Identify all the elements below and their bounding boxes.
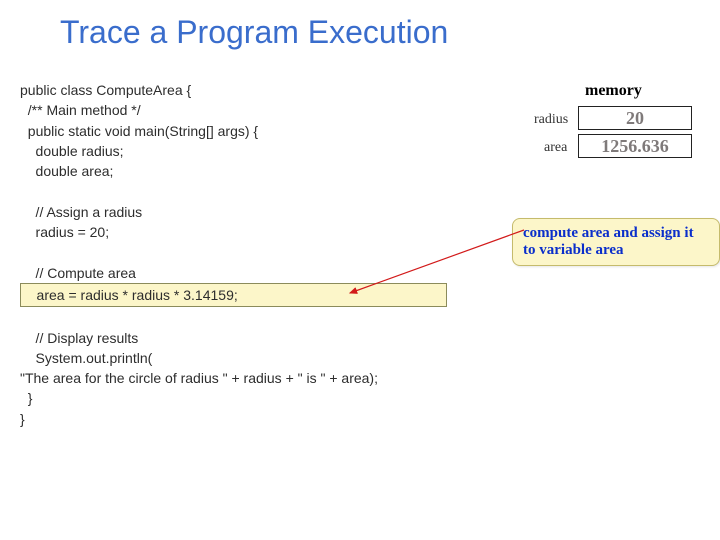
code-line: "The area for the circle of radius " + r…: [20, 370, 378, 386]
code-block: public class ComputeArea { /** Main meth…: [20, 80, 447, 429]
callout-box: compute area and assign it to variable a…: [512, 218, 720, 266]
code-line-highlighted: area = radius * radius * 3.14159;: [20, 283, 447, 307]
code-blank: [20, 183, 24, 199]
code-line: public class ComputeArea {: [20, 82, 191, 98]
code-line: System.out.println(: [20, 350, 152, 366]
code-line: // Display results: [20, 330, 138, 346]
memory-radius-label: radius: [534, 112, 568, 128]
code-line: }: [20, 390, 32, 406]
memory-area-label: area: [544, 140, 567, 156]
code-line: /** Main method */: [20, 102, 141, 118]
code-line: }: [20, 411, 25, 427]
memory-radius-value: 20: [578, 106, 692, 130]
code-blank: [20, 309, 24, 325]
memory-area-value: 1256.636: [578, 134, 692, 158]
code-line: // Compute area: [20, 265, 136, 281]
code-line: // Assign a radius: [20, 204, 142, 220]
code-line: double radius;: [20, 143, 124, 159]
code-blank: [20, 244, 24, 260]
page-title: Trace a Program Execution: [60, 14, 448, 51]
code-line: radius = 20;: [20, 224, 109, 240]
code-line: double area;: [20, 163, 113, 179]
memory-heading: memory: [585, 82, 642, 100]
code-line: public static void main(String[] args) {: [20, 123, 266, 139]
